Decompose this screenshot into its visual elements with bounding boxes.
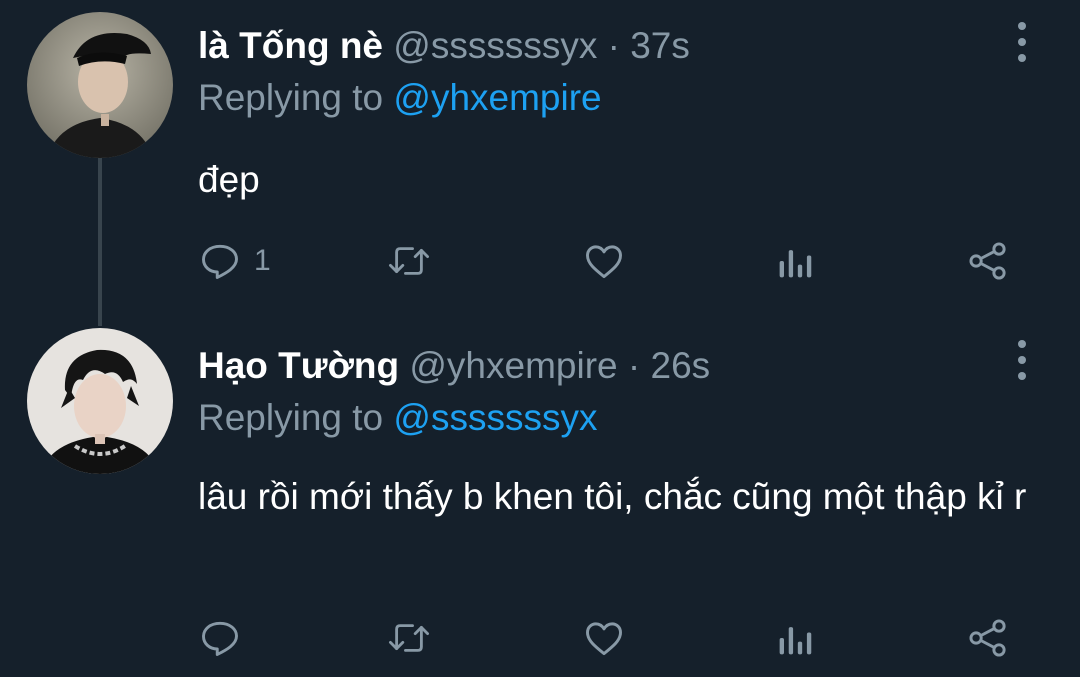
- share-icon: [969, 619, 1006, 657]
- reply-mention-link[interactable]: @yhxempire: [393, 77, 601, 118]
- replying-to: Replying to @sssssssyx: [198, 396, 597, 440]
- reply-mention-link[interactable]: @sssssssyx: [393, 397, 597, 438]
- tweet[interactable]: Hạo Tường @yhxempire · 26s Replying to @…: [0, 320, 1080, 677]
- replying-prefix: Replying to: [198, 397, 384, 438]
- display-name[interactable]: là Tống nè: [198, 25, 383, 66]
- reply-button[interactable]: [198, 613, 254, 663]
- analytics-icon: [779, 250, 812, 278]
- share-icon: [969, 242, 1006, 280]
- user-handle[interactable]: @yhxempire: [409, 345, 617, 386]
- heart-icon: [586, 622, 622, 656]
- separator: ·: [607, 25, 620, 66]
- thread-view: là Tống nè @sssssssyx · 37s Replying to …: [0, 0, 1080, 677]
- avatar[interactable]: [27, 328, 173, 474]
- retweet-button[interactable]: [386, 613, 432, 663]
- tweet-text: lâu rồi mới thấy b khen tôi, chắc cũng m…: [198, 476, 1027, 517]
- analytics-button[interactable]: [776, 236, 816, 286]
- replying-prefix: Replying to: [198, 77, 384, 118]
- replying-to: Replying to @yhxempire: [198, 76, 602, 120]
- heart-icon: [586, 245, 622, 279]
- action-bar: [198, 613, 1028, 663]
- tweet-header: Hạo Tường @yhxempire · 26s: [198, 344, 710, 388]
- more-options-icon[interactable]: [1010, 340, 1034, 380]
- tweet[interactable]: là Tống nè @sssssssyx · 37s Replying to …: [0, 0, 1080, 320]
- share-button[interactable]: [966, 613, 1010, 663]
- avatar[interactable]: [27, 12, 173, 158]
- separator: ·: [627, 345, 641, 386]
- tweet-text: đẹp: [198, 159, 260, 200]
- action-bar: 1: [198, 236, 1028, 286]
- analytics-button[interactable]: [776, 613, 816, 663]
- retweet-icon: [389, 624, 429, 652]
- reply-icon: [202, 621, 238, 656]
- reply-count: 1: [254, 244, 271, 277]
- reply-button[interactable]: 1: [198, 236, 271, 286]
- like-button[interactable]: [582, 613, 626, 663]
- timestamp[interactable]: 26s: [651, 345, 711, 386]
- timestamp[interactable]: 37s: [630, 25, 690, 66]
- like-button[interactable]: [582, 236, 626, 286]
- retweet-button[interactable]: [386, 236, 432, 286]
- reply-icon: [202, 244, 238, 279]
- display-name[interactable]: Hạo Tường: [198, 345, 399, 386]
- tweet-header: là Tống nè @sssssssyx · 37s: [198, 24, 690, 68]
- share-button[interactable]: [966, 236, 1010, 286]
- user-handle[interactable]: @sssssssyx: [393, 25, 597, 66]
- more-options-icon[interactable]: [1010, 22, 1034, 62]
- retweet-icon: [389, 247, 429, 275]
- analytics-icon: [779, 627, 812, 655]
